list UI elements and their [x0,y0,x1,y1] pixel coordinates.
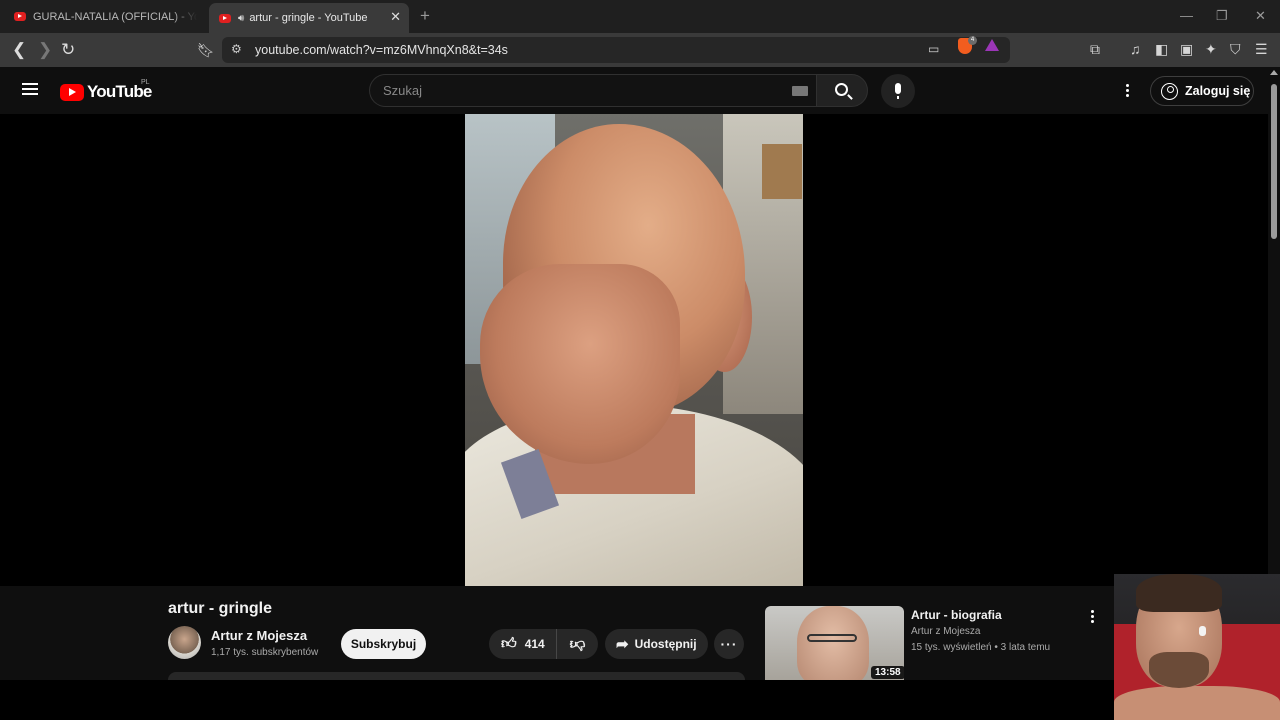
tab-title: GURAL-NATALIA (OFFICIAL) - YouTube [33,10,197,23]
forward-icon[interactable]: ❯ [38,40,52,60]
more-actions-button[interactable]: ··· [714,629,744,659]
video-player[interactable] [0,114,1268,586]
search-placeholder: Szukaj [383,83,423,98]
thumbs-up-icon: 👍︎ [501,635,517,652]
channel-name[interactable]: Artur z Mojesza [211,628,307,643]
youtube-favicon-icon [219,13,231,23]
video-duration: 13:58 [871,666,904,679]
video-frame[interactable] [465,114,803,586]
youtube-masthead: YouTube PL Szukaj Zaloguj się [0,67,1280,114]
vpn-icon[interactable]: ⛉ [1230,41,1241,57]
scrollbar-thumb[interactable] [1271,84,1277,239]
country-code: PL [141,79,150,86]
bookmark-icon[interactable]: 🔖︎ [197,40,215,60]
tab-gural-natalia[interactable]: GURAL-NATALIA (OFFICIAL) - YouTube [6,4,206,29]
like-dislike-group: 👍︎ 414 👍︎ [489,629,598,659]
minimize-button[interactable]: — [1180,8,1193,23]
share-icon: ➦ [616,636,629,653]
wallet-icon[interactable]: ▣ [1180,41,1193,57]
share-label: Udostępnij [634,637,697,651]
address-bar[interactable]: ⚙︎ youtube.com/watch?v=mz6MVhnqXn8&t=34s… [222,37,1010,63]
voice-search-button[interactable] [881,74,915,108]
dislike-button[interactable]: 👍︎ [557,635,598,653]
reload-icon[interactable]: ↻ [61,40,75,60]
scroll-up-icon[interactable] [1270,70,1278,75]
search-input[interactable]: Szukaj [369,74,816,107]
thumbs-down-icon: 👍︎ [569,636,586,653]
share-button[interactable]: ➦ Udostępnij [605,629,708,659]
recommended-title[interactable]: Artur - biografia [911,608,1002,622]
recommended-thumbnail[interactable]: 13:58 [765,606,904,680]
browser-toolbar: ❮ ❯ ↻ 🔖︎ ⚙︎ youtube.com/watch?v=mz6MVhnq… [0,33,1280,67]
sign-in-button[interactable]: Zaloguj się [1150,76,1254,106]
channel-avatar[interactable] [168,626,201,659]
menu-icon[interactable]: ☰ [1255,41,1268,57]
tab-artur-gringle[interactable]: 🔊︎ artur - gringle - YouTube ✕ [209,3,409,33]
media-icon[interactable]: ♫ [1130,41,1141,57]
sign-in-label: Zaloguj się [1185,84,1251,98]
video-title: artur - gringle [168,600,273,617]
recommended-menu-icon[interactable] [1091,610,1094,625]
recommended-meta: 15 tys. wyświetleń • 3 lata temu [911,642,1051,653]
speaker-icon[interactable]: 🔊︎ [238,13,244,24]
guide-menu-icon[interactable] [22,83,38,95]
youtube-logo[interactable]: YouTube [60,82,152,102]
search-icon [835,83,848,96]
screenshot-icon[interactable]: ⧉ [1090,41,1100,57]
subscriber-count: 1,17 tys. subskrybentów [211,647,319,658]
url-text[interactable]: youtube.com/watch?v=mz6MVhnqXn8&t=34s [255,43,508,57]
webcam-overlay [1114,574,1280,720]
site-info-icon[interactable]: ⚙︎ [231,42,242,56]
close-tab-icon[interactable]: ✕ [390,10,401,24]
brave-rewards-icon[interactable] [985,39,999,51]
close-window-button[interactable]: ✕ [1255,8,1266,24]
browser-tab-strip: GURAL-NATALIA (OFFICIAL) - YouTube 🔊︎ ar… [0,0,1280,33]
youtube-favicon-icon [14,12,26,21]
restore-button[interactable]: ❐ [1216,8,1228,24]
like-count: 414 [524,637,545,651]
like-button[interactable]: 👍︎ 414 [489,629,557,659]
bottom-strip [0,680,1114,720]
shields-count-badge: 4 [968,36,977,45]
new-tab-button[interactable]: + [420,6,430,26]
youtube-play-icon [60,83,84,101]
microphone-icon [895,83,901,99]
keyboard-icon[interactable] [792,86,808,96]
cast-icon[interactable]: ▭ [928,42,939,56]
tab-title: artur - gringle - YouTube [249,12,368,24]
sidebar-icon[interactable]: ◧ [1155,41,1168,57]
back-icon[interactable]: ❮ [12,40,26,60]
account-icon [1161,82,1178,100]
recommended-channel[interactable]: Artur z Mojesza [911,626,980,637]
subscribe-button[interactable]: Subskrybuj [341,629,426,659]
settings-kebab-icon[interactable] [1126,84,1129,97]
leo-ai-icon[interactable]: ✦ [1205,41,1217,57]
video-info-section: artur - gringle Artur z Mojesza 1,17 tys… [0,586,1268,682]
search-button[interactable] [816,74,868,107]
